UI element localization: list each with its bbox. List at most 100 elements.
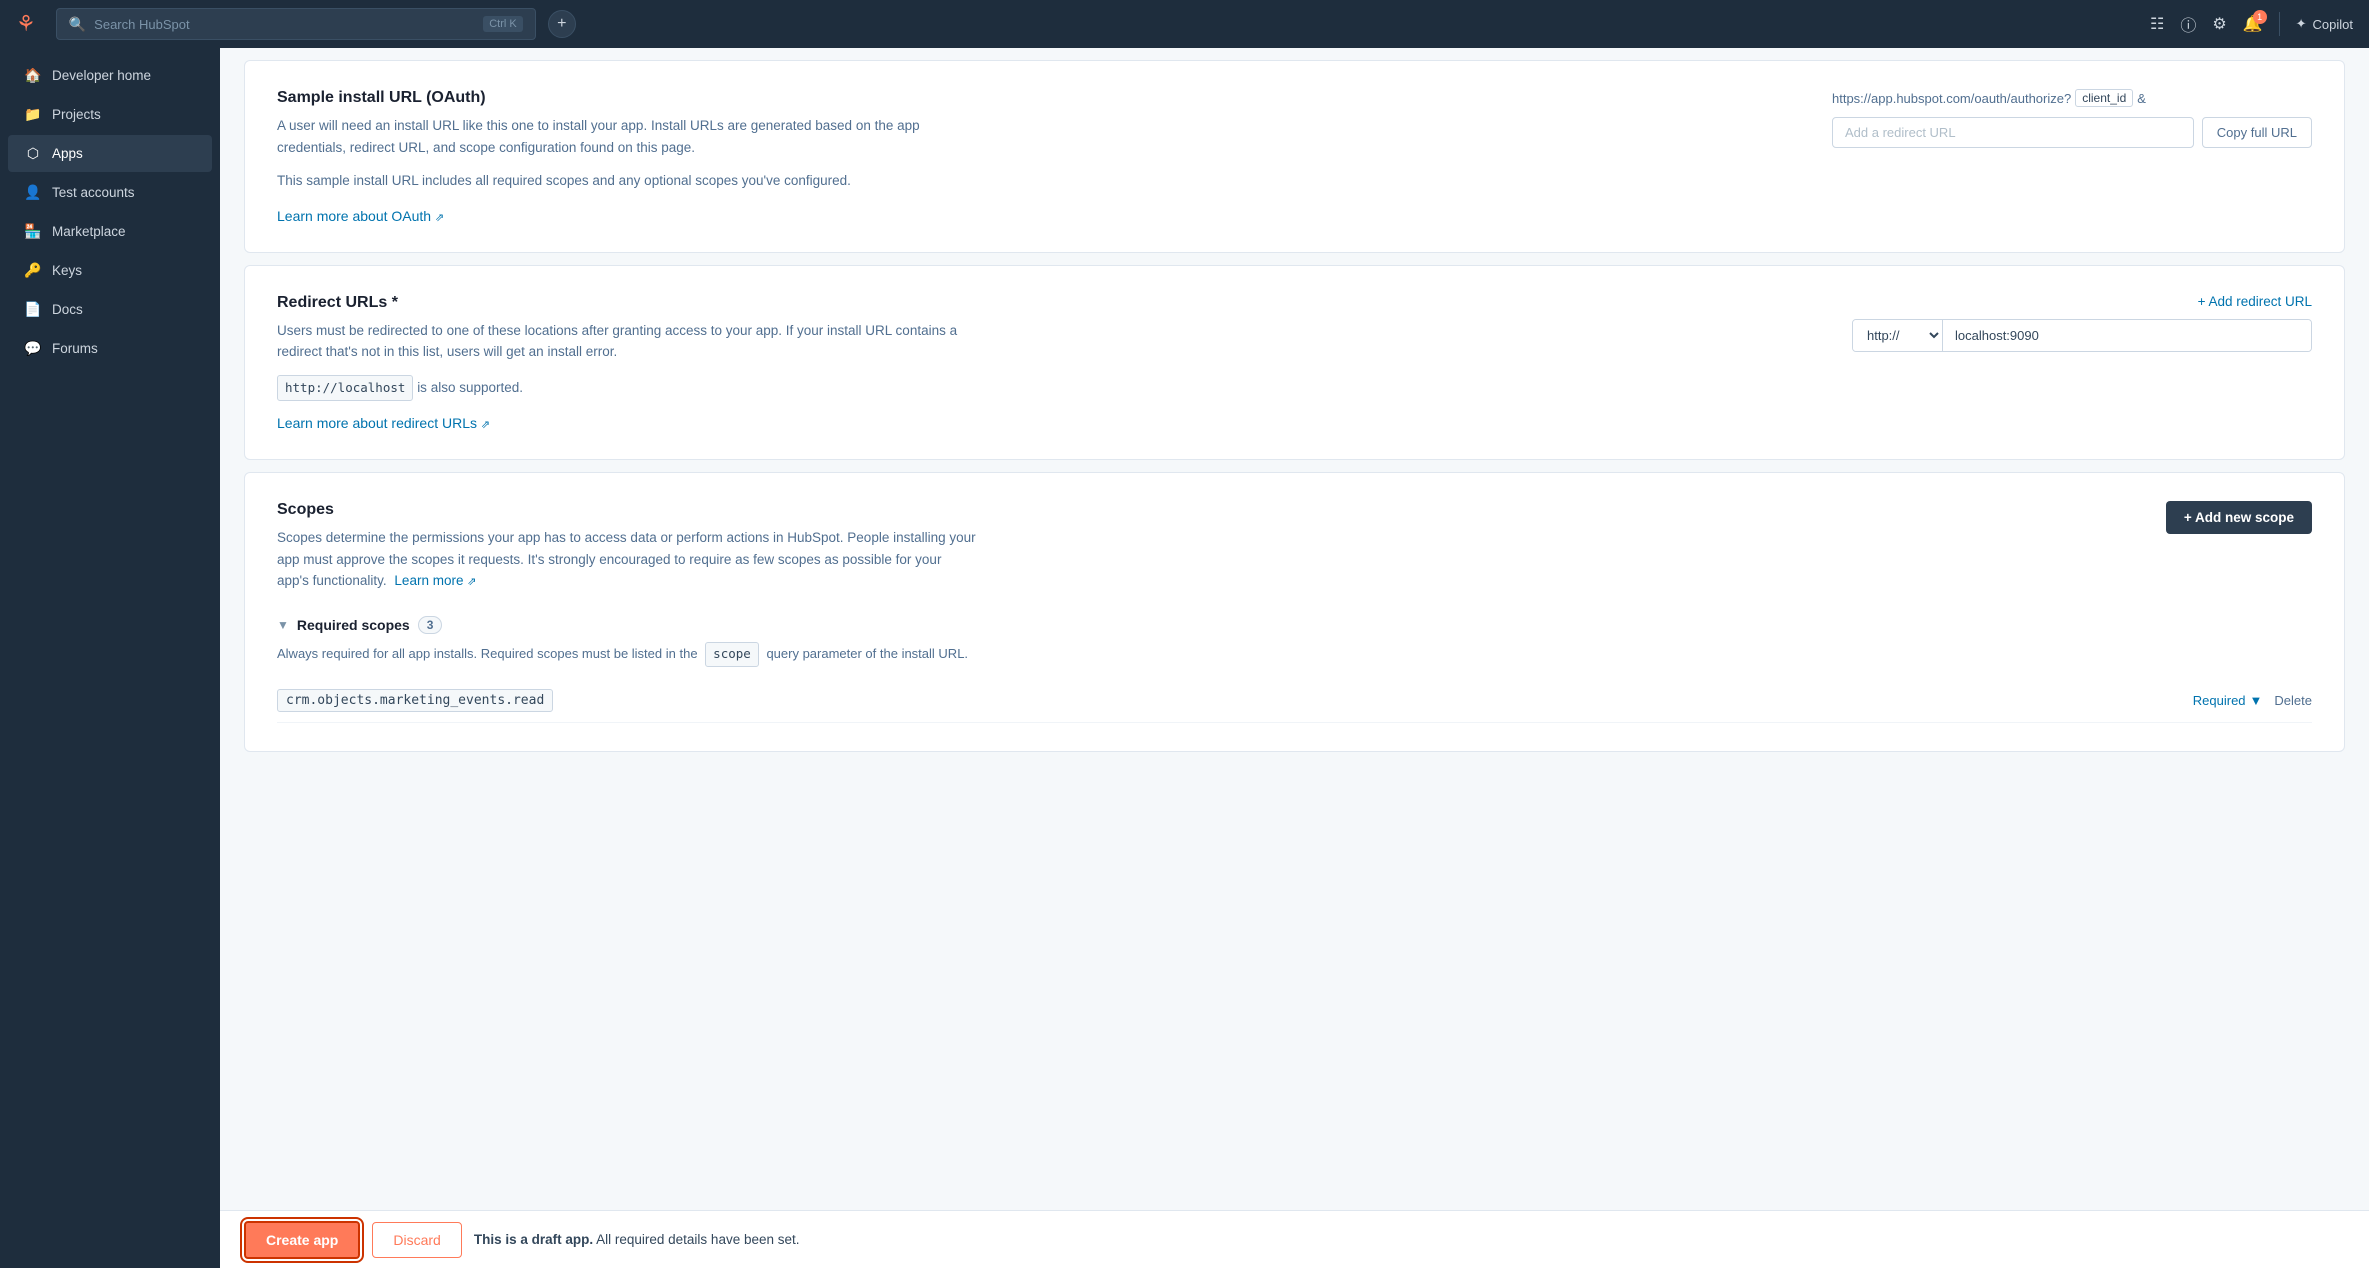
redirect-url-input[interactable] [1832,117,2194,148]
scope-row-left: crm.objects.marketing_events.read [277,689,553,712]
sidebar-label-docs: Docs [52,302,83,317]
scopes-learn-link[interactable]: Learn more [394,573,463,588]
add-button[interactable]: + [548,10,576,38]
add-new-scope-button[interactable]: + Add new scope [2166,501,2312,534]
oauth-section: Sample install URL (OAuth) A user will n… [244,60,2345,253]
draft-notice-text: All required details have been set. [596,1232,799,1247]
bottom-bar: Create app Discard This is a draft app. … [220,1210,2369,1268]
scopes-section: Scopes Scopes determine the permissions … [244,472,2345,752]
scope-code-badge: scope [705,642,759,667]
redirect-urls-desc: Users must be redirected to one of these… [277,320,977,363]
marketplace-icon: 🏪 [24,223,42,240]
settings-icon[interactable]: ⚙ [2212,14,2226,34]
notifications-icon[interactable]: 🔔 1 [2243,14,2263,34]
content-area: Sample install URL (OAuth) A user will n… [220,48,2369,1210]
copilot-icon: ✦ [2296,16,2307,32]
discard-button[interactable]: Discard [372,1222,461,1258]
apps-icon: ⬡ [24,145,42,162]
localhost-suffix: is also supported. [417,380,523,395]
redirect-urls-title: Redirect URLs * [277,294,1820,312]
sidebar-item-developer-home[interactable]: 🏠 Developer home [8,57,212,94]
sidebar-label-forums: Forums [52,341,98,356]
required-scopes-description: Always required for all app installs. Re… [277,642,2312,667]
chevron-down-icon: ▼ [277,618,289,632]
scopes-desc-text: Scopes determine the permissions your ap… [277,530,976,588]
help-icon[interactable]: ⓘ [2180,12,2196,36]
scopes-left: Scopes Scopes determine the permissions … [277,501,2134,596]
sidebar-item-forums[interactable]: 💬 Forums [8,330,212,367]
required-scopes-count: 3 [418,616,443,634]
redirect-urls-section: Redirect URLs * Users must be redirected… [244,265,2345,460]
search-shortcut: Ctrl K [483,16,523,32]
hubspot-logo: ⚘ [16,11,36,37]
sidebar-label-projects: Projects [52,107,101,122]
oauth-url-display: https://app.hubspot.com/oauth/authorize?… [1832,89,2312,107]
protocol-select[interactable]: http:// https:// [1853,320,1943,351]
sidebar-item-apps[interactable]: ⬡ Apps [8,135,212,172]
add-scope-container: + Add new scope [2166,501,2312,534]
projects-icon: 📁 [24,106,42,123]
search-icon: 🔍 [69,16,86,33]
create-app-button[interactable]: Create app [244,1221,360,1259]
copilot-button[interactable]: ✦ Copilot [2296,16,2353,32]
redirect-learn-link[interactable]: Learn more about redirect URLs [277,415,477,431]
redirect-section-inner: Redirect URLs * Users must be redirected… [277,294,2312,431]
draft-notice-bold: This is a draft app. [474,1232,593,1247]
redirect-left: Redirect URLs * Users must be redirected… [277,294,1820,431]
sidebar-item-projects[interactable]: 📁 Projects [8,96,212,133]
scope-type-label: Required [2193,693,2246,708]
sidebar-label-keys: Keys [52,263,82,278]
sidebar: 🏠 Developer home 📁 Projects ⬡ Apps 👤 Tes… [0,48,220,1268]
search-bar[interactable]: 🔍 Ctrl K [56,8,536,40]
docs-icon: 📄 [24,301,42,318]
external-link-icon: ⇗ [435,212,444,224]
keys-icon: 🔑 [24,262,42,279]
required-scopes-label: Required scopes [297,617,410,633]
sidebar-item-test-accounts[interactable]: 👤 Test accounts [8,174,212,211]
sidebar-label-apps: Apps [52,146,83,161]
copilot-label: Copilot [2313,17,2353,32]
topbar: ⚘ 🔍 Ctrl K + ☷ ⓘ ⚙ 🔔 1 ✦ Copilot [0,0,2369,48]
sidebar-item-marketplace[interactable]: 🏪 Marketplace [8,213,212,250]
oauth-url-prefix: https://app.hubspot.com/oauth/authorize? [1832,91,2071,106]
required-scopes-desc-pre: Always required for all app installs. Re… [277,646,698,661]
copy-full-url-button[interactable]: Copy full URL [2202,117,2312,148]
sidebar-label-marketplace: Marketplace [52,224,126,239]
topbar-right: ☷ ⓘ ⚙ 🔔 1 ✦ Copilot [2150,12,2353,36]
scopes-desc: Scopes determine the permissions your ap… [277,527,977,592]
main-layout: 🏠 Developer home 📁 Projects ⬡ Apps 👤 Tes… [0,48,2369,1268]
oauth-title: Sample install URL (OAuth) [277,89,1800,107]
scope-name: crm.objects.marketing_events.read [277,689,553,712]
oauth-learn-link[interactable]: Learn more about OAuth [277,208,431,224]
scope-type-dropdown[interactable]: Required ▼ [2193,693,2263,708]
required-scopes-header[interactable]: ▼ Required scopes 3 [277,616,2312,634]
sidebar-label-developer-home: Developer home [52,68,151,83]
sidebar-item-docs[interactable]: 📄 Docs [8,291,212,328]
notification-badge: 1 [2253,10,2267,24]
url-input-row: http:// https:// [1852,319,2312,352]
client-id-badge: client_id [2075,89,2133,107]
url-path-input[interactable] [1943,320,2311,351]
scope-row: crm.objects.marketing_events.read Requir… [277,679,2312,723]
search-input[interactable] [94,17,475,32]
scopes-external-icon: ⇗ [467,576,476,588]
scopes-header-row: Scopes Scopes determine the permissions … [277,501,2312,596]
sidebar-item-keys[interactable]: 🔑 Keys [8,252,212,289]
localhost-badge: http://localhost [277,375,413,401]
grid-icon[interactable]: ☷ [2150,14,2164,34]
required-scopes-desc-post: query parameter of the install URL. [766,646,968,661]
home-icon: 🏠 [24,67,42,84]
redirect-input-row: Copy full URL [1832,117,2312,148]
oauth-desc1: A user will need an install URL like thi… [277,115,977,158]
oauth-grid: Sample install URL (OAuth) A user will n… [277,89,2312,224]
oauth-right: https://app.hubspot.com/oauth/authorize?… [1832,89,2312,148]
add-redirect-url-link[interactable]: + Add redirect URL [2198,294,2312,309]
forums-icon: 💬 [24,340,42,357]
dropdown-chevron-icon: ▼ [2250,693,2263,708]
test-accounts-icon: 👤 [24,184,42,201]
redirect-localhost-note: http://localhost is also supported. [277,375,977,401]
draft-notice: This is a draft app. All required detail… [474,1232,800,1247]
scope-row-right: Required ▼ Delete [2193,693,2312,708]
scope-delete-link[interactable]: Delete [2274,693,2312,708]
redirect-external-icon: ⇗ [481,419,490,431]
